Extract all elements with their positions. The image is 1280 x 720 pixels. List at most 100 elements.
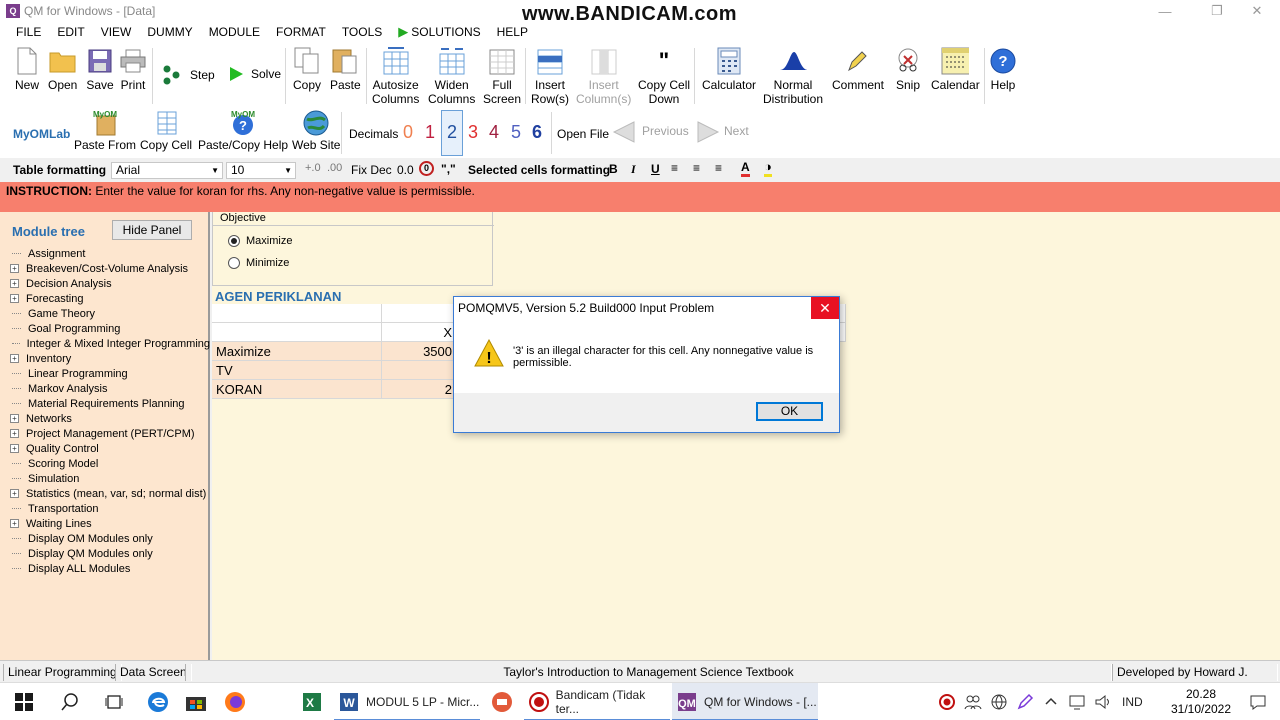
full-screen-button[interactable]: Full Screen — [483, 46, 521, 106]
maximize-radio[interactable]: Maximize — [228, 235, 292, 247]
close-window-button[interactable]: ✕ — [1234, 0, 1280, 22]
decimals-6[interactable]: 6 — [532, 122, 542, 143]
tree-item[interactable]: Scoring Model — [10, 456, 210, 471]
expand-icon[interactable]: + — [10, 489, 19, 498]
previous-button[interactable]: Previous — [610, 118, 689, 144]
notifications-button[interactable] — [1240, 683, 1276, 720]
decimals-2[interactable]: 2 — [447, 122, 457, 143]
decimals-3[interactable]: 3 — [468, 122, 478, 143]
pen-icon[interactable] — [1016, 693, 1034, 711]
row-value[interactable]: 3500 — [382, 342, 457, 361]
record-app-taskbar-icon[interactable] — [480, 683, 524, 720]
fill-color-icon[interactable]: ◑ — [764, 160, 772, 177]
chevron-up-icon[interactable] — [1042, 693, 1060, 711]
solve-button[interactable]: Solve — [228, 66, 281, 82]
expand-icon[interactable]: + — [10, 354, 19, 363]
paste-copy-help-button[interactable]: ? MyOM Paste/Copy Help — [198, 110, 288, 152]
minimize-window-button[interactable]: — — [1142, 0, 1188, 22]
menu-help[interactable]: HELP — [489, 22, 536, 42]
menu-dummy[interactable]: DUMMY — [139, 22, 200, 42]
expand-icon[interactable]: + — [10, 414, 19, 423]
tree-item[interactable]: Simulation — [10, 471, 210, 486]
save-button[interactable]: Save — [86, 46, 114, 92]
dialog-close-button[interactable]: ✕ — [811, 297, 839, 319]
language-indicator[interactable]: IND — [1122, 695, 1143, 709]
decimals-4[interactable]: 4 — [489, 122, 499, 143]
copy-button[interactable]: Copy — [293, 46, 321, 92]
tree-item[interactable]: + Statistics (mean, var, sd; normal dist) — [10, 486, 210, 501]
tree-item[interactable]: Linear Programming — [10, 366, 210, 381]
increase-decimals-icon[interactable]: +.0 — [305, 162, 321, 174]
comment-button[interactable]: Comment — [832, 46, 884, 92]
myomlab-link[interactable]: MyOMLab — [13, 127, 70, 141]
excel-taskbar-icon[interactable]: X — [290, 683, 334, 720]
align-right-icon[interactable]: ≡ — [715, 161, 722, 175]
expand-icon[interactable]: + — [10, 429, 19, 438]
ok-button[interactable]: OK — [756, 402, 823, 421]
step-button[interactable]: Step — [162, 64, 215, 86]
zero-format-button[interactable]: 0.0 — [397, 163, 414, 177]
next-button[interactable]: Next — [696, 118, 749, 144]
autosize-columns-button[interactable]: Autosize Columns — [372, 46, 419, 106]
bold-button[interactable]: B — [609, 162, 618, 176]
insert-columns-button[interactable]: Insert Column(s) — [576, 46, 631, 106]
fix-dec-button[interactable]: Fix Dec — [351, 163, 392, 177]
calculator-button[interactable]: Calculator — [702, 46, 756, 92]
menu-edit[interactable]: EDIT — [49, 22, 92, 42]
italic-button[interactable]: I — [631, 162, 636, 177]
web-site-button[interactable]: Web Site — [292, 110, 340, 152]
expand-icon[interactable]: + — [10, 279, 19, 288]
expand-icon[interactable]: + — [10, 444, 19, 453]
no-zero-icon[interactable]: 0 — [419, 161, 434, 176]
clock[interactable]: 20.28 31/10/2022 — [1170, 687, 1232, 717]
align-left-icon[interactable]: ≡ — [671, 161, 678, 175]
normal-distribution-button[interactable]: Normal Distribution — [763, 46, 823, 106]
underline-button[interactable]: U — [651, 162, 660, 176]
record-status-icon[interactable] — [938, 693, 956, 711]
volume-icon[interactable] — [1094, 693, 1112, 711]
copy-cell-button[interactable]: Copy Cell — [140, 110, 192, 152]
align-center-icon[interactable]: ≡ — [693, 161, 700, 175]
row-name[interactable]: Maximize — [212, 342, 382, 361]
help-button[interactable]: ? Help — [989, 46, 1017, 92]
tree-item[interactable]: Material Requirements Planning — [10, 396, 210, 411]
tree-item[interactable]: Game Theory — [10, 306, 210, 321]
print-button[interactable]: Print — [119, 46, 147, 92]
firefox-taskbar-icon[interactable] — [213, 683, 257, 720]
menu-solutions[interactable]: ▶ SOLUTIONS — [390, 22, 488, 42]
snip-button[interactable]: Snip — [894, 46, 922, 92]
font-color-icon[interactable]: A — [741, 160, 750, 177]
expand-icon[interactable]: + — [10, 264, 19, 273]
row-value[interactable]: 2 — [382, 380, 457, 399]
taskbar-app-qm[interactable]: QM QM for Windows - [... — [672, 683, 818, 720]
menu-file[interactable]: FILE — [8, 22, 49, 42]
minimize-radio[interactable]: Minimize — [228, 257, 289, 269]
calendar-button[interactable]: Calendar — [931, 46, 980, 92]
store-taskbar-icon[interactable] — [174, 683, 218, 720]
row-name[interactable]: TV — [212, 361, 382, 380]
tree-item[interactable]: Goal Programming — [10, 321, 210, 336]
decrease-decimals-icon[interactable]: .00 — [327, 162, 342, 174]
open-file-button[interactable]: Open File — [557, 127, 609, 141]
tree-item[interactable]: Display ALL Modules — [10, 561, 210, 576]
widen-columns-button[interactable]: Widen Columns — [428, 46, 475, 106]
decimals-5[interactable]: 5 — [511, 122, 521, 143]
taskbar-app-word[interactable]: W MODUL 5 LP - Micr... — [334, 683, 480, 720]
tree-item[interactable]: + Project Management (PERT/CPM) — [10, 426, 210, 441]
font-size-select[interactable]: 10 ▼ — [226, 162, 296, 179]
comma-format-button[interactable]: "," — [441, 162, 456, 176]
tree-item[interactable]: + Decision Analysis — [10, 276, 210, 291]
wifi-icon[interactable] — [1068, 693, 1086, 711]
new-button[interactable]: New — [13, 46, 41, 92]
copy-cell-down-button[interactable]: " Copy Cell Down — [638, 46, 690, 107]
tree-item[interactable]: Display OM Modules only — [10, 531, 210, 546]
decimals-0[interactable]: 0 — [403, 122, 413, 143]
paste-from-button[interactable]: MyOM Paste From — [74, 110, 136, 152]
decimals-1[interactable]: 1 — [425, 122, 435, 143]
tree-item[interactable]: + Forecasting — [10, 291, 210, 306]
taskbar-app-bandicam[interactable]: Bandicam (Tidak ter... — [524, 683, 670, 720]
row-name[interactable]: KORAN — [212, 380, 382, 399]
menu-module[interactable]: MODULE — [201, 22, 268, 42]
tree-item[interactable]: Markov Analysis — [10, 381, 210, 396]
tree-item[interactable]: Integer & Mixed Integer Programming — [10, 336, 210, 351]
